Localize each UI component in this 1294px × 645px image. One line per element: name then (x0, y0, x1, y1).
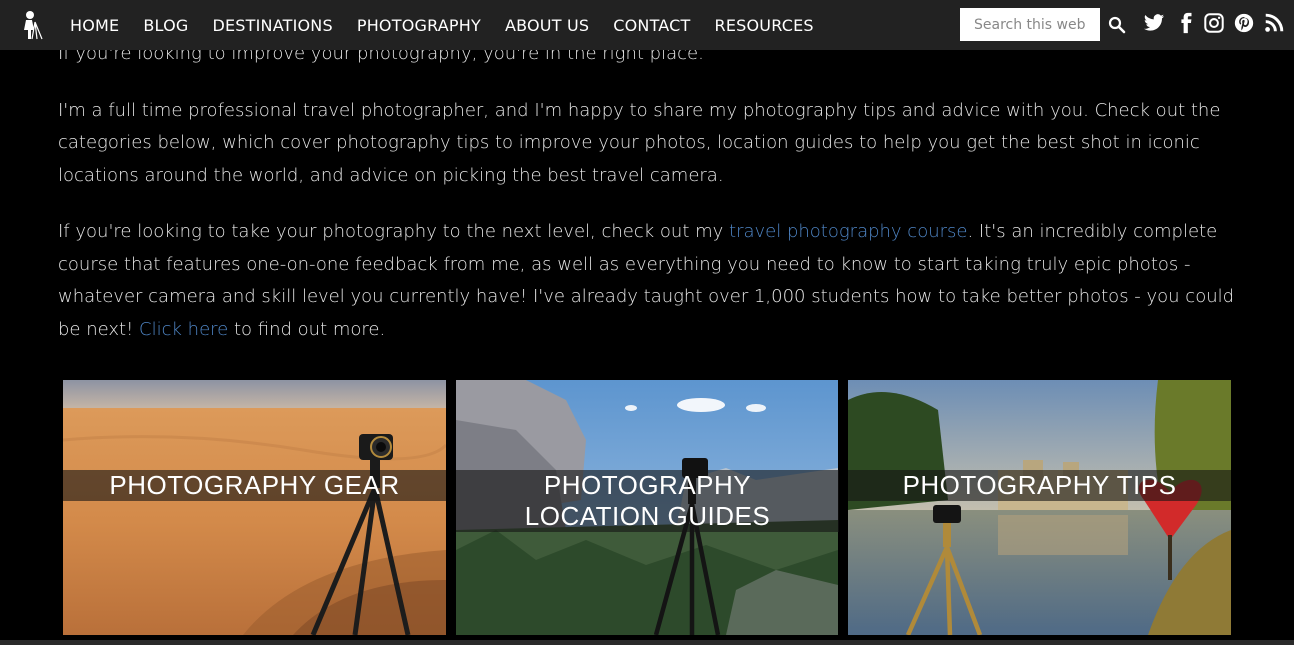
nav-home[interactable]: HOME (70, 16, 119, 35)
course-text-3: to find out more. (228, 318, 386, 340)
tile-title-line-1: PHOTOGRAPHY (543, 470, 752, 500)
tile-label-band: PHOTOGRAPHY LOCATION GUIDES (456, 470, 839, 532)
page-bottom-divider (0, 640, 1294, 645)
about-paragraph: I'm a full time professional travel phot… (58, 99, 1221, 186)
intro-text: If you're looking to improve your photog… (58, 38, 1238, 370)
tile-title: PHOTOGRAPHY TIPS (902, 470, 1177, 500)
search-input[interactable] (960, 8, 1100, 41)
travel-photography-course-link[interactable]: travel photography course (729, 221, 967, 242)
course-text-1: If you're looking to take your photograp… (58, 221, 730, 242)
tile-label-band: PHOTOGRAPHY TIPS (848, 470, 1231, 501)
desert-tripod-image (63, 380, 446, 635)
nav-blog[interactable]: BLOG (143, 16, 188, 35)
click-here-link[interactable]: Click here (139, 319, 228, 340)
nav-contact[interactable]: CONTACT (613, 16, 690, 35)
tile-title-line-2: LOCATION GUIDES (524, 501, 771, 531)
tile-photography-gear[interactable]: PHOTOGRAPHY GEAR (63, 380, 446, 635)
main-menu: HOME BLOG DESTINATIONS PHOTOGRAPHY ABOUT… (58, 0, 826, 50)
nav-photography[interactable]: PHOTOGRAPHY (357, 16, 481, 35)
facebook-icon[interactable] (1175, 12, 1197, 34)
tile-label-band: PHOTOGRAPHY GEAR (63, 470, 446, 501)
nav-resources[interactable]: RESOURCES (715, 16, 814, 35)
rss-icon[interactable] (1263, 12, 1285, 34)
photographer-logo-icon[interactable] (18, 10, 44, 40)
top-navigation-bar: HOME BLOG DESTINATIONS PHOTOGRAPHY ABOUT… (0, 0, 1294, 50)
search-icon[interactable] (1108, 16, 1126, 34)
tile-location-guides[interactable]: PHOTOGRAPHY LOCATION GUIDES (456, 380, 839, 635)
nav-destinations[interactable]: DESTINATIONS (212, 16, 332, 35)
instagram-icon[interactable] (1203, 12, 1225, 34)
chateau-tripod-image (848, 380, 1231, 635)
tile-title: PHOTOGRAPHY GEAR (109, 470, 400, 500)
tile-photography-tips[interactable]: PHOTOGRAPHY TIPS (848, 380, 1231, 635)
nav-about-us[interactable]: ABOUT US (505, 16, 589, 35)
twitter-icon[interactable] (1143, 12, 1165, 34)
course-paragraph: If you're looking to take your photograp… (58, 216, 1238, 346)
pinterest-icon[interactable] (1233, 12, 1255, 34)
